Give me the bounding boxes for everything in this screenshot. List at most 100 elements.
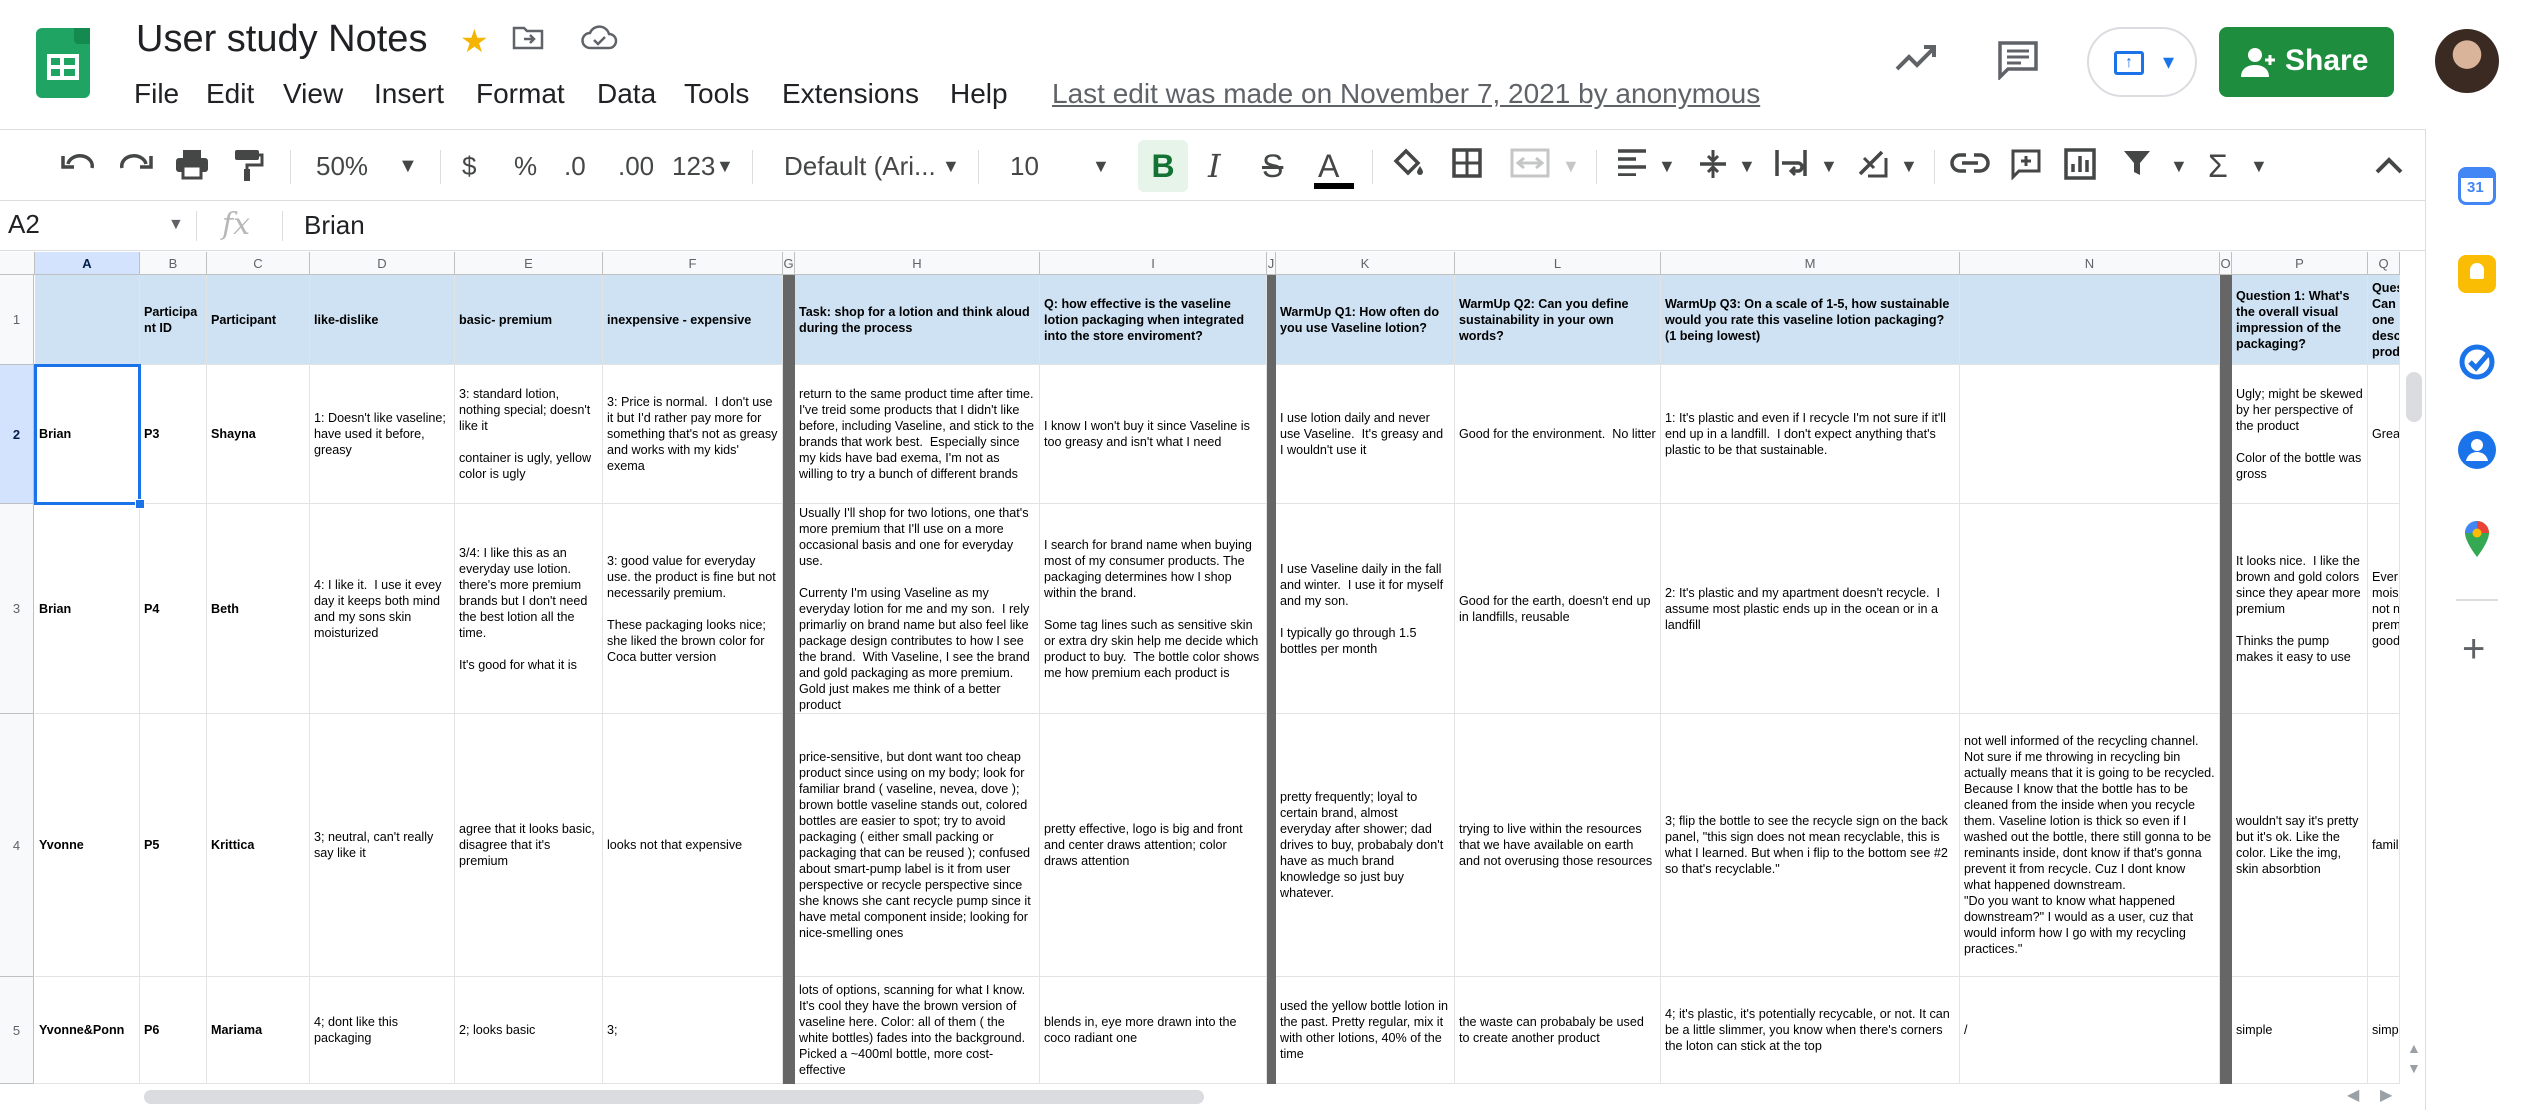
header-cell-c[interactable]: Participant bbox=[207, 275, 310, 365]
currency-format-button[interactable]: $ bbox=[462, 148, 476, 184]
cell-l5[interactable]: the waste can probabaly be used to creat… bbox=[1455, 977, 1661, 1084]
cell-n4[interactable]: not well informed of the recycling chann… bbox=[1960, 714, 2220, 977]
keep-icon[interactable] bbox=[2458, 255, 2496, 293]
document-title[interactable]: User study Notes bbox=[136, 18, 427, 61]
column-header-k[interactable]: K bbox=[1276, 252, 1455, 275]
cell-n5[interactable]: / bbox=[1960, 977, 2220, 1084]
cell-m4[interactable]: 3; flip the bottle to see the recycle si… bbox=[1661, 714, 1960, 977]
contacts-icon[interactable] bbox=[2458, 431, 2496, 469]
cell-f5[interactable]: 3; bbox=[603, 977, 783, 1084]
cell-b3[interactable]: P4 bbox=[140, 504, 207, 714]
header-cell-p[interactable]: Question 1: What's the overall visual im… bbox=[2232, 275, 2368, 365]
header-cell-l[interactable]: WarmUp Q2: Can you define sustainability… bbox=[1455, 275, 1661, 365]
cell-f4[interactable]: looks not that expensive bbox=[603, 714, 783, 977]
column-header-h[interactable]: H bbox=[795, 252, 1040, 275]
zoom-select[interactable]: 50% bbox=[316, 148, 368, 184]
cell-b5[interactable]: P6 bbox=[140, 977, 207, 1084]
cell-i4[interactable]: pretty effective, logo is big and front … bbox=[1040, 714, 1267, 977]
insert-chart-icon[interactable] bbox=[2064, 148, 2096, 184]
cloud-status-icon[interactable] bbox=[580, 22, 618, 60]
merge-caret-icon[interactable]: ▼ bbox=[1562, 148, 1580, 184]
cell-e4[interactable]: agree that it looks basic, disagree that… bbox=[455, 714, 603, 977]
maps-icon[interactable] bbox=[2458, 519, 2496, 557]
tasks-icon[interactable] bbox=[2458, 343, 2496, 381]
menu-format[interactable]: Format bbox=[476, 78, 565, 110]
cell-f3[interactable]: 3: good value for everyday use. the prod… bbox=[603, 504, 783, 714]
cell-b4[interactable]: P5 bbox=[140, 714, 207, 977]
redo-icon[interactable] bbox=[118, 148, 154, 184]
activity-trend-icon[interactable] bbox=[1894, 40, 1938, 82]
borders-icon[interactable] bbox=[1452, 148, 1482, 184]
share-button[interactable]: Share bbox=[2219, 27, 2394, 97]
cell-b2[interactable]: P3 bbox=[140, 365, 207, 504]
scroll-left-icon[interactable]: ◀ bbox=[2347, 1085, 2359, 1105]
insert-comment-icon[interactable] bbox=[2010, 148, 2042, 184]
increase-decimal-button[interactable]: .00 bbox=[618, 148, 654, 184]
italic-button[interactable]: I bbox=[1208, 148, 1221, 184]
menu-file[interactable]: File bbox=[134, 78, 179, 110]
cell-c3[interactable]: Beth bbox=[207, 504, 310, 714]
cell-a3[interactable]: Brian bbox=[35, 504, 140, 714]
cell-h2[interactable]: return to the same product time after ti… bbox=[795, 365, 1040, 504]
header-cell-f[interactable]: inexpensive - expensive bbox=[603, 275, 783, 365]
sheets-logo-icon[interactable] bbox=[36, 28, 90, 98]
header-cell-k[interactable]: WarmUp Q1: How often do you use Vaseline… bbox=[1276, 275, 1455, 365]
avatar[interactable] bbox=[2435, 29, 2499, 93]
rotation-caret-icon[interactable]: ▼ bbox=[1900, 148, 1918, 184]
font-size-caret-icon[interactable]: ▼ bbox=[1092, 148, 1110, 184]
column-header-n[interactable]: N bbox=[1960, 252, 2220, 275]
cell-k4[interactable]: pretty frequently; loyal to certain bran… bbox=[1276, 714, 1455, 977]
vertical-scroll-thumb[interactable] bbox=[2406, 372, 2422, 422]
text-wrapping-icon[interactable] bbox=[1774, 148, 1808, 184]
column-header-b[interactable]: B bbox=[140, 252, 207, 275]
bold-button[interactable]: B bbox=[1138, 140, 1188, 192]
vertical-align-icon[interactable] bbox=[1698, 148, 1728, 184]
header-cell-h[interactable]: Task: shop for a lotion and think aloud … bbox=[795, 275, 1040, 365]
column-header-l[interactable]: L bbox=[1455, 252, 1661, 275]
cell-c5[interactable]: Mariama bbox=[207, 977, 310, 1084]
cell-c2[interactable]: Shayna bbox=[207, 365, 310, 504]
cell-d3[interactable]: 4: I like it. I use it evey day it keeps… bbox=[310, 504, 455, 714]
menu-edit[interactable]: Edit bbox=[206, 78, 254, 110]
column-header-f[interactable]: F bbox=[603, 252, 783, 275]
row-header-3[interactable]: 3 bbox=[0, 504, 34, 714]
horizontal-scrollbar[interactable] bbox=[140, 1086, 2410, 1106]
text-color-button[interactable]: A bbox=[1318, 148, 1339, 184]
cell-e2[interactable]: 3: standard lotion, nothing special; doe… bbox=[455, 365, 603, 504]
row-header-1[interactable]: 1 bbox=[0, 275, 34, 365]
column-header-p[interactable]: P bbox=[2232, 252, 2368, 275]
font-family-select[interactable]: Default (Ari... bbox=[784, 148, 936, 184]
cell-l3[interactable]: Good for the earth, doesn't end up in la… bbox=[1455, 504, 1661, 714]
undo-icon[interactable] bbox=[60, 148, 96, 184]
add-addon-icon[interactable]: + bbox=[2462, 629, 2485, 669]
print-icon[interactable] bbox=[174, 148, 210, 184]
cell-p3[interactable]: It looks nice. I like the brown and gold… bbox=[2232, 504, 2368, 714]
header-cell-d[interactable]: like-dislike bbox=[310, 275, 455, 365]
insert-link-icon[interactable] bbox=[1950, 148, 1990, 184]
header-cell-q[interactable]: Ques Can one desc prod bbox=[2368, 275, 2400, 365]
scroll-down-icon[interactable]: ▼ bbox=[2407, 1060, 2421, 1076]
name-box[interactable]: A2 bbox=[8, 209, 40, 240]
scroll-up-icon[interactable]: ▲ bbox=[2407, 1040, 2421, 1056]
header-cell-n[interactable] bbox=[1960, 275, 2220, 365]
cell-q2[interactable]: Grea bbox=[2368, 365, 2400, 504]
star-icon[interactable]: ★ bbox=[460, 22, 489, 60]
cell-i5[interactable]: blends in, eye more drawn into the coco … bbox=[1040, 977, 1267, 1084]
filter-icon[interactable] bbox=[2122, 148, 2152, 184]
chevron-down-icon[interactable]: ▾ bbox=[2163, 49, 2174, 75]
cell-p5[interactable]: simple bbox=[2232, 977, 2368, 1084]
column-header-j[interactable]: J bbox=[1267, 252, 1276, 275]
column-header-d[interactable]: D bbox=[310, 252, 455, 275]
cell-k3[interactable]: I use Vaseline daily in the fall and win… bbox=[1276, 504, 1455, 714]
last-edit-link[interactable]: Last edit was made on November 7, 2021 b… bbox=[1052, 78, 1760, 110]
column-header-a[interactable]: A bbox=[35, 252, 140, 275]
cell-q3[interactable]: Ever mois not n prem good bbox=[2368, 504, 2400, 714]
font-size-select[interactable]: 10 bbox=[1010, 148, 1039, 184]
filter-caret-icon[interactable]: ▼ bbox=[2170, 148, 2188, 184]
cell-h5[interactable]: lots of options, scanning for what I kno… bbox=[795, 977, 1040, 1084]
collapse-menus-icon[interactable] bbox=[2374, 148, 2404, 184]
cell-h3[interactable]: Usually I'll shop for two lotions, one t… bbox=[795, 504, 1040, 714]
fill-color-icon[interactable] bbox=[1392, 148, 1426, 184]
menu-extensions[interactable]: Extensions bbox=[782, 78, 919, 110]
cell-l4[interactable]: trying to live within the resources that… bbox=[1455, 714, 1661, 977]
